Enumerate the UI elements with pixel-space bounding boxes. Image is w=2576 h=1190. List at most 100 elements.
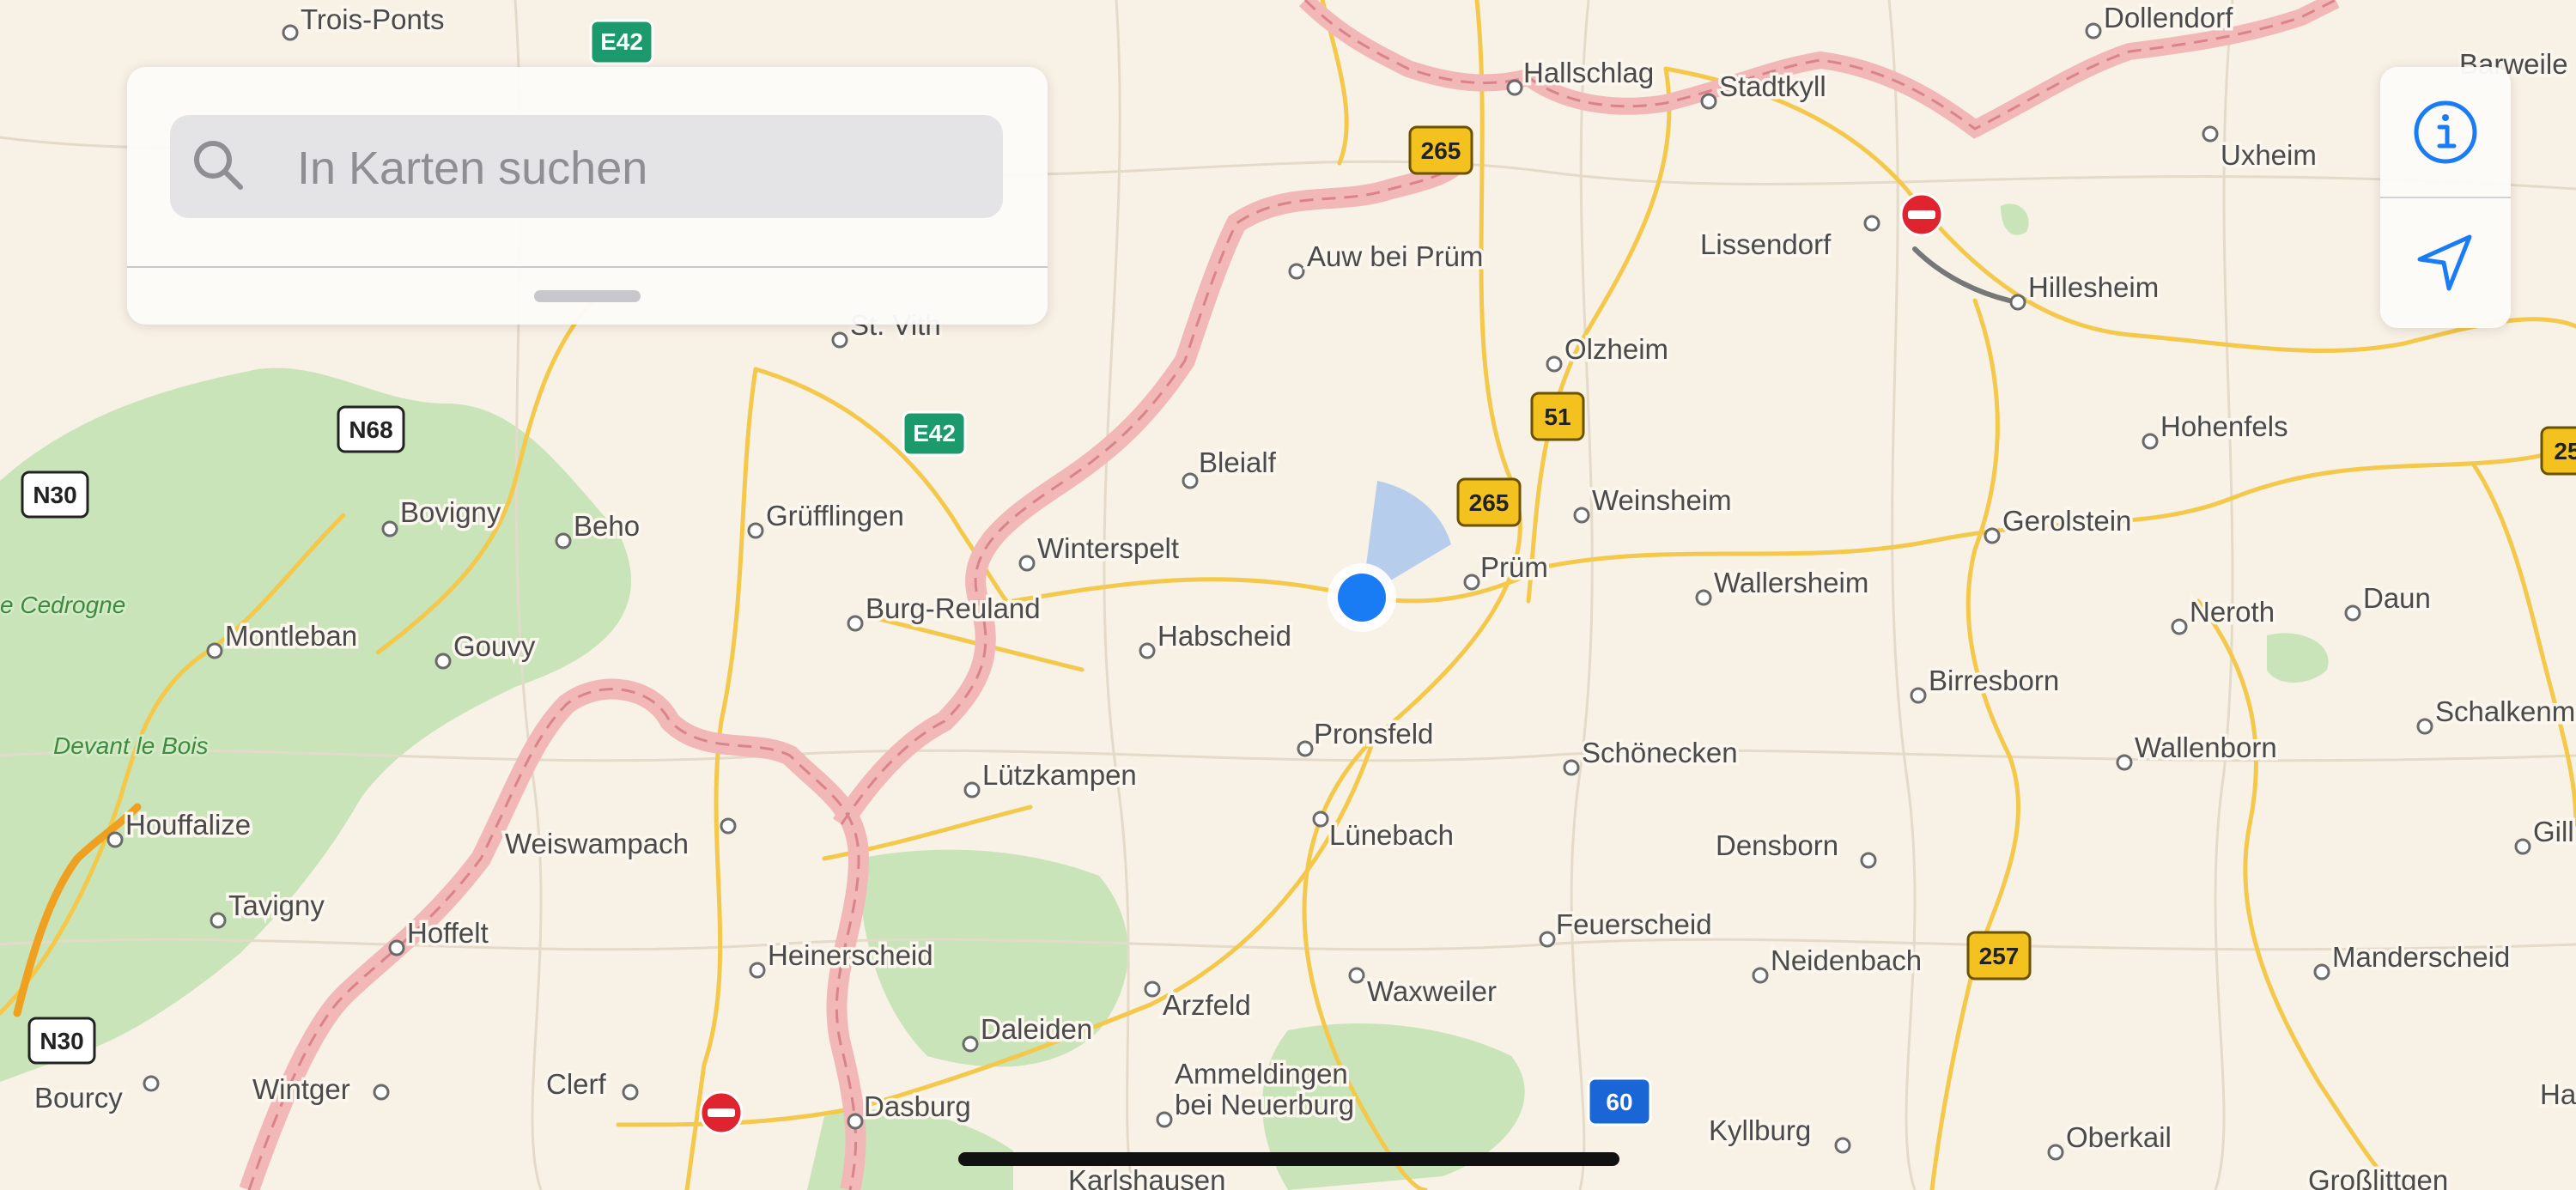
shield-label: 265 (1421, 137, 1461, 164)
sheet-grabber-handle[interactable] (534, 290, 641, 302)
city-label: Hoffelt (407, 917, 489, 949)
city-label: Clerf (546, 1068, 607, 1100)
info-circle-icon (2414, 100, 2477, 164)
city-label: Lünebach (1329, 819, 1454, 851)
city-label: Uxheim (2221, 139, 2317, 171)
shield-label: N68 (349, 416, 392, 443)
city-label: Pronsfeld (1314, 718, 1433, 750)
city-label: Burg-Reuland (866, 592, 1041, 624)
city-label: Weinsheim (1592, 484, 1732, 516)
city-ammeldingen[interactable]: Ammeldingen bei Neuerburg (1156, 1055, 1358, 1128)
city-label: Houffalize (125, 809, 251, 841)
city-label: Bourcy (34, 1082, 123, 1114)
road-shield-25-edge[interactable]: 25 (2540, 426, 2576, 476)
road-shield-a60[interactable]: 60 (1587, 1077, 1652, 1126)
city-label: Olzheim (1564, 333, 1668, 365)
city-label: Prüm (1480, 551, 1548, 583)
city-label: Großlittgen (2308, 1164, 2448, 1190)
road-shield-n68[interactable]: N68 (337, 405, 405, 453)
city-label: Lützkampen (982, 759, 1137, 791)
road-shield-257[interactable]: 257 (1966, 931, 2032, 981)
search-icon (194, 141, 243, 190)
city-karlshausen[interactable]: Karlshausen (1066, 1162, 1229, 1190)
shield-label: 60 (1606, 1089, 1632, 1115)
shield-label: 257 (1979, 943, 2020, 969)
shield-label: E42 (913, 420, 956, 446)
info-button[interactable] (2380, 67, 2511, 197)
location-arrow-icon (2417, 234, 2472, 291)
city-label: bei Neuerburg (1175, 1089, 1354, 1120)
city-label: Heinerscheid (768, 939, 933, 971)
shield-label: N30 (39, 1028, 83, 1054)
shield-label: N30 (33, 482, 76, 508)
city-label: Dollendorf (2104, 2, 2233, 33)
shield-label: 51 (1544, 404, 1571, 430)
city-label: Neidenbach (1771, 944, 1922, 976)
city-label: Beho (574, 510, 640, 542)
city-label: Hohenfels (2160, 410, 2288, 442)
city-label: Waxweiler (1367, 975, 1497, 1007)
city-label: Gill (2533, 816, 2574, 847)
road-shield-265-top[interactable]: 265 (1408, 125, 1473, 175)
city-label: Hallschlag (1523, 57, 1654, 88)
road-shield-e42-mid[interactable]: E42 (902, 410, 967, 457)
city-label: Daun (2363, 582, 2431, 614)
city-label: Bovigny (400, 496, 501, 528)
city-trois-ponts[interactable]: Trois-Ponts (282, 1, 447, 41)
road-closure-icon[interactable] (1899, 192, 1944, 237)
city-label: Hillesheim (2028, 271, 2159, 303)
city-ha[interactable]: Ha (2537, 1076, 2576, 1114)
city-label: Wallersheim (1714, 567, 1868, 598)
forest-label-devant-le-bois: Devant le Bois (53, 732, 209, 759)
locate-me-button[interactable] (2380, 197, 2511, 328)
city-dollendorf[interactable]: Dollendorf (2085, 0, 2237, 39)
city-label: Grüfflingen (766, 500, 904, 531)
city-label: Manderscheid (2332, 941, 2510, 973)
city-label: Neroth (2190, 596, 2275, 628)
city-label: Wallenborn (2135, 732, 2277, 763)
city-label: Lissendorf (1700, 228, 1832, 260)
city-label: Auw bei Prüm (1307, 240, 1483, 272)
road-shield-n30-bottom[interactable]: N30 (27, 1017, 96, 1065)
city-label: Winterspelt (1037, 532, 1179, 564)
shield-label: E42 (600, 28, 643, 55)
city-label: Kyllburg (1709, 1114, 1811, 1146)
city-label: Tavigny (228, 889, 325, 921)
city-label: Schalkenm (2435, 695, 2575, 727)
city-label: Gerolstein (2002, 505, 2131, 537)
city-label: Dasburg (864, 1090, 971, 1122)
search-field[interactable] (170, 115, 1003, 218)
road-shield-n30-top[interactable]: N30 (21, 471, 89, 519)
city-label: Montleban (225, 620, 357, 652)
city-label: Trois-Ponts (301, 3, 444, 35)
city-label: Oberkail (2066, 1121, 2172, 1153)
city-grosslittgen[interactable]: Großlittgen (2306, 1162, 2451, 1190)
road-closure-icon[interactable] (699, 1090, 744, 1135)
city-label: Wintger (252, 1073, 350, 1105)
forest-label-cedrogne: e Cedrogne (0, 592, 125, 618)
city-label: Ha (2540, 1078, 2576, 1110)
city-label: Gouvy (453, 630, 536, 662)
city-label: Daleiden (981, 1013, 1092, 1045)
home-indicator (958, 1152, 1619, 1166)
city-label: Ammeldingen (1175, 1058, 1348, 1090)
city-label: Densborn (1716, 829, 1838, 861)
city-label: Birresborn (1929, 665, 2059, 696)
city-label: Weiswampach (505, 828, 689, 859)
search-panel (127, 67, 1048, 325)
card-divider (127, 266, 1048, 268)
city-label: Bleialf (1199, 446, 1277, 478)
city-label: Feuerscheid (1556, 908, 1712, 940)
shield-label: 25 (2554, 438, 2576, 464)
map-controls (2380, 67, 2511, 328)
road-shield-265-mid[interactable]: 265 (1456, 477, 1522, 527)
city-label: Habscheid (1157, 620, 1291, 652)
shield-label: 265 (1469, 489, 1510, 516)
road-shield-e42-top[interactable]: E42 (589, 19, 654, 65)
city-label: Stadtkyll (1719, 70, 1826, 102)
city-label: Schönecken (1582, 737, 1738, 768)
search-input[interactable] (295, 137, 986, 199)
city-label: Arzfeld (1163, 989, 1251, 1021)
road-shield-51[interactable]: 51 (1530, 392, 1585, 441)
city-label: Karlshausen (1068, 1164, 1225, 1190)
